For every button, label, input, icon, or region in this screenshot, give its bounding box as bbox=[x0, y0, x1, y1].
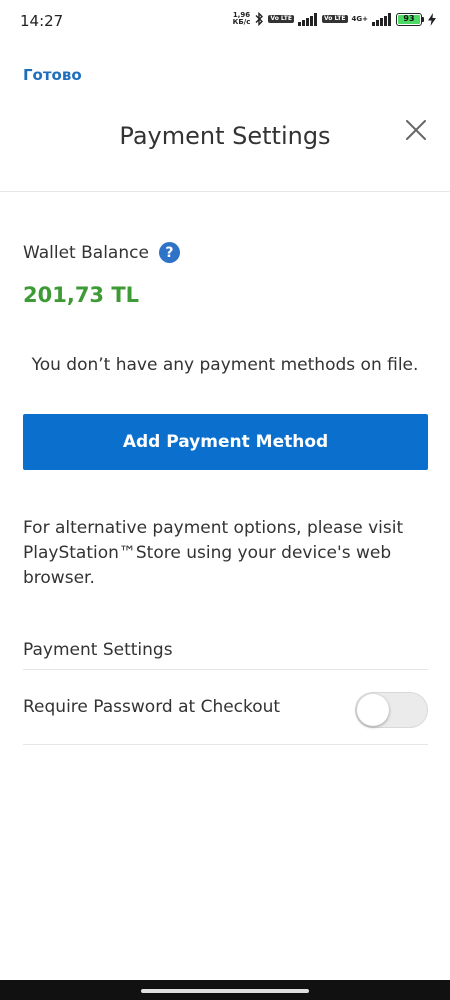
alternative-payment-note: For alternative payment options, please … bbox=[23, 518, 404, 588]
done-button[interactable]: Готово bbox=[23, 66, 82, 84]
require-password-label: Require Password at Checkout bbox=[23, 697, 281, 717]
header: Payment Settings bbox=[0, 110, 450, 192]
volte-badge: Vo LTE bbox=[268, 15, 294, 23]
empty-payment-methods-message: You don’t have any payment methods on fi… bbox=[31, 355, 419, 375]
signal-icon-2 bbox=[372, 12, 392, 26]
network-speed-unit: КБ/с bbox=[232, 18, 251, 26]
require-password-toggle[interactable] bbox=[355, 692, 428, 728]
payment-settings-section-title: Payment Settings bbox=[23, 640, 173, 660]
signal-icon bbox=[297, 12, 318, 26]
status-time: 14:27 bbox=[20, 12, 64, 30]
add-payment-method-button[interactable]: Add Payment Method bbox=[23, 414, 428, 470]
battery-icon: 93 bbox=[396, 12, 424, 26]
charging-icon bbox=[428, 12, 436, 26]
network-speed: 1,96 КБ/с bbox=[233, 12, 251, 26]
bluetooth-icon bbox=[254, 12, 264, 26]
network-type: 4G+ bbox=[351, 15, 368, 23]
status-bar: 14:27 1,96 КБ/с Vo LTE Vo LTE 4G+ 93 bbox=[0, 0, 450, 44]
navigation-bar bbox=[0, 980, 450, 1000]
close-icon[interactable] bbox=[404, 118, 428, 142]
wallet-balance-label: Wallet Balance bbox=[23, 242, 149, 263]
home-indicator[interactable] bbox=[141, 989, 309, 993]
battery-percent: 93 bbox=[398, 14, 420, 24]
require-password-row: Require Password at Checkout bbox=[23, 670, 428, 744]
wallet-label-row: Wallet Balance ? bbox=[23, 242, 180, 263]
divider bbox=[23, 744, 428, 745]
toggle-knob bbox=[357, 694, 389, 726]
volte-badge-2: Vo LTE bbox=[321, 15, 348, 23]
page-title: Payment Settings bbox=[119, 122, 331, 150]
help-icon[interactable]: ? bbox=[158, 242, 180, 263]
wallet-balance-amount: 201,73 TL bbox=[23, 283, 140, 307]
status-icons: 1,96 КБ/с Vo LTE Vo LTE 4G+ 93 bbox=[233, 12, 436, 26]
